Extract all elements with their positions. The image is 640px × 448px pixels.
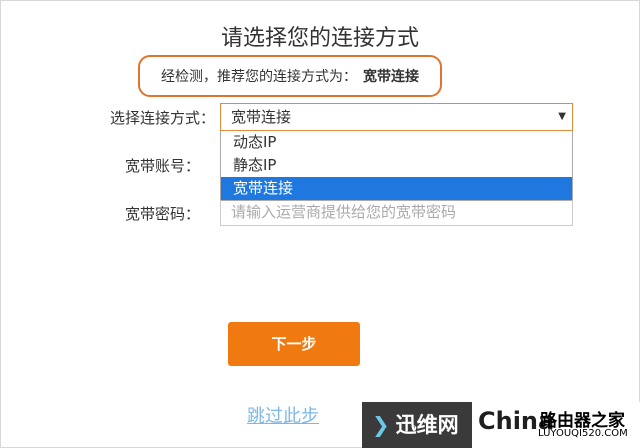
option-static-ip[interactable]: 静态IP [221,154,572,177]
detection-prefix: 经检测，推荐您的连接方式为： [161,69,357,85]
watermark-brand1: 迅维网 [395,413,459,437]
watermark-url: LUYOUQI520.COM [538,428,628,439]
chevron-right-icon: ❯ [372,413,390,437]
watermark-xunwei: ❯ 迅维网 [362,402,472,448]
password-field[interactable]: 请输入运营商提供给您的宽带密码 [220,200,573,226]
password-placeholder: 请输入运营商提供给您的宽带密码 [231,203,457,221]
connection-type-label: 选择连接方式： [109,109,215,127]
skip-link[interactable]: 跳过此步 [247,402,319,428]
page-title: 请选择您的连接方式 [220,26,419,51]
connection-type-select[interactable]: 宽带连接 ▼ [220,103,573,131]
connection-type-value: 宽带连接 [231,108,292,126]
option-broadband[interactable]: 宽带连接 [221,177,572,200]
account-label: 宽带账号： [124,157,200,175]
next-button[interactable]: 下一步 [228,322,360,366]
password-label: 宽带密码： [124,205,200,223]
detection-notice: 经检测，推荐您的连接方式为： 宽带连接 [138,55,442,97]
option-dynamic-ip[interactable]: 动态IP [221,131,572,154]
detection-value: 宽带连接 [363,69,419,85]
watermark-router: China 路由器之家 LUYOUQI520.COM [472,402,640,448]
dropdown-arrow-icon[interactable]: ▼ [558,104,566,130]
connection-type-dropdown: 动态IP 静态IP 宽带连接 [220,131,573,201]
